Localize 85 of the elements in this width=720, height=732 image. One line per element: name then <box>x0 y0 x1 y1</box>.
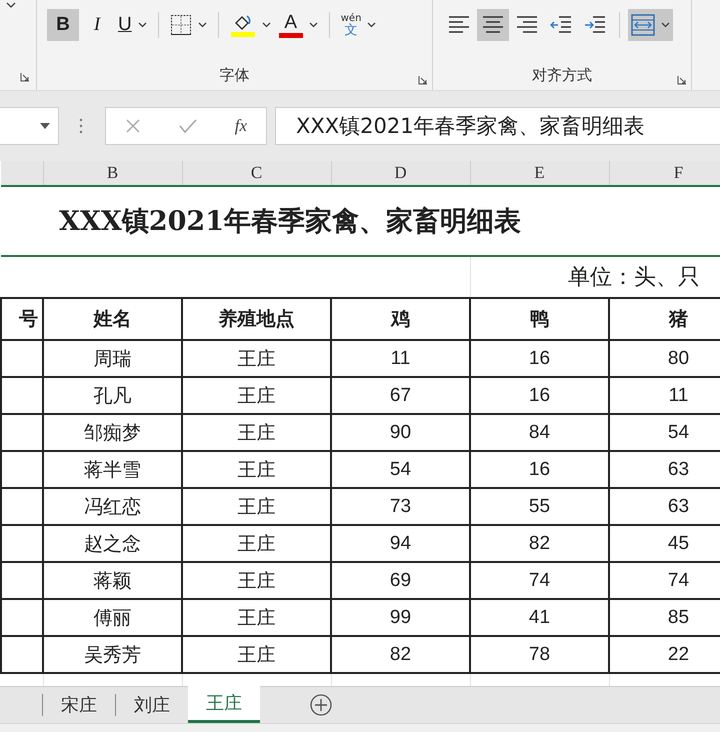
table-cell: 蒋颖 <box>43 562 182 599</box>
table-cell: 王庄 <box>182 451 331 488</box>
caret-icon[interactable] <box>6 2 16 8</box>
caret-icon[interactable] <box>198 22 207 28</box>
column-header[interactable]: F <box>609 161 720 186</box>
sheet-tab[interactable]: 王庄 <box>188 686 260 723</box>
table-cell: 王庄 <box>182 340 331 377</box>
table-cell: 冯红恋 <box>43 488 182 525</box>
table-cell: 赵之念 <box>43 525 182 562</box>
table-header: 猪 <box>609 298 720 340</box>
table-cell: 16 <box>470 340 609 377</box>
table-cell: 99 <box>331 599 470 636</box>
sheet-tab[interactable]: 宋庄 <box>43 687 115 723</box>
caret-icon[interactable] <box>262 22 271 28</box>
insert-function-button[interactable]: fx <box>234 116 248 136</box>
more-options-icon[interactable] <box>79 118 83 134</box>
table-cell: 69 <box>331 562 470 599</box>
table-cell: 94 <box>331 525 470 562</box>
table-cell: 王庄 <box>182 488 331 525</box>
dropdown-icon[interactable] <box>40 123 50 129</box>
phonetic-button[interactable]: wén 文 <box>338 9 380 41</box>
table-cell: 傅丽 <box>43 599 182 636</box>
table-cell: 11 <box>331 340 470 377</box>
align-left-icon <box>448 15 470 35</box>
bold-button[interactable]: B <box>47 9 79 41</box>
table-cell: 王庄 <box>182 636 331 673</box>
align-center-icon <box>482 15 504 35</box>
table-cell: 王庄 <box>182 599 331 636</box>
table-cell: 孔凡 <box>43 377 182 414</box>
align-center-button[interactable] <box>477 9 509 41</box>
merge-button[interactable] <box>628 9 673 41</box>
table-cell: 54 <box>331 451 470 488</box>
caret-icon[interactable] <box>308 22 318 28</box>
group-label: 字体 <box>220 66 250 84</box>
table-cell: 周瑞 <box>43 340 182 377</box>
table-header: 养殖地点 <box>182 298 331 340</box>
caret-icon[interactable] <box>367 22 376 28</box>
table-cell: 王庄 <box>182 525 331 562</box>
table-cell: 84 <box>470 414 609 451</box>
table-cell: 16 <box>470 377 609 414</box>
merge-cells-icon <box>631 14 655 36</box>
caret-icon[interactable] <box>661 22 670 28</box>
table-cell: 41 <box>470 599 609 636</box>
table-header: 鸡 <box>331 298 470 340</box>
decrease-indent-icon <box>550 15 572 35</box>
increase-indent-icon <box>584 15 606 35</box>
column-header[interactable] <box>1 161 43 186</box>
formula-field[interactable]: XXX镇2021年春季家禽、家畜明细表 <box>275 107 720 145</box>
table-cell: 78 <box>470 636 609 673</box>
table-cell: 王庄 <box>182 562 331 599</box>
table-cell: 吴秀芳 <box>43 636 182 673</box>
column-header[interactable]: C <box>182 161 331 186</box>
dialog-launcher-icon[interactable] <box>20 72 30 82</box>
table-cell: 王庄 <box>182 414 331 451</box>
table-cell: 73 <box>331 488 470 525</box>
check-icon[interactable] <box>178 118 197 134</box>
table-header: 号 <box>1 298 43 340</box>
borders-icon <box>170 14 192 36</box>
table-cell: 82 <box>331 636 470 673</box>
table-cell: 82 <box>470 525 609 562</box>
table-cell: 55 <box>470 488 609 525</box>
italic-button[interactable]: I <box>81 9 113 41</box>
table-cell: 王庄 <box>182 377 331 414</box>
table-cell: 16 <box>470 451 609 488</box>
column-header[interactable]: D <box>331 161 470 186</box>
column-header[interactable]: B <box>43 161 182 186</box>
dialog-launcher-icon[interactable] <box>418 75 428 85</box>
align-right-icon <box>516 15 538 35</box>
table-cell: 74 <box>470 562 609 599</box>
caret-icon[interactable] <box>138 22 147 28</box>
sheet-tab[interactable]: 刘庄 <box>116 687 188 723</box>
dialog-launcher-icon[interactable] <box>677 75 687 85</box>
table-header: 姓名 <box>43 298 182 340</box>
unit-label: 单位：头、只 <box>470 256 720 298</box>
table-cell: 67 <box>331 377 470 414</box>
column-header[interactable]: E <box>470 161 609 186</box>
add-sheet-icon[interactable] <box>310 694 332 716</box>
fontcolor-button[interactable]: A <box>276 9 321 41</box>
table-cell: 邹痴梦 <box>43 414 182 451</box>
underline-button[interactable]: U <box>115 9 150 41</box>
table-cell: 蒋半雪 <box>43 451 182 488</box>
sheet-title: XXX镇2021年春季家禽、家畜明细表 <box>1 186 720 256</box>
table-cell: 90 <box>331 414 470 451</box>
group-label: 对齐方式 <box>532 66 592 84</box>
table-header: 鸭 <box>470 298 609 340</box>
